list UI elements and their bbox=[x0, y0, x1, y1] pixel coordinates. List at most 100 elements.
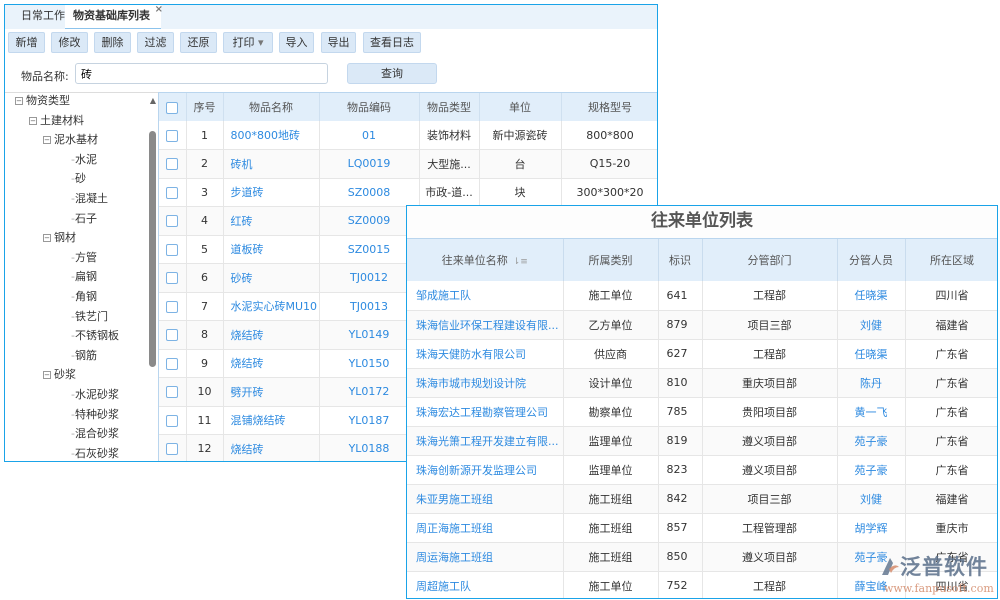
row-checkbox[interactable] bbox=[159, 292, 186, 321]
row-checkbox[interactable] bbox=[159, 435, 186, 463]
view-log-button[interactable]: 查看日志 bbox=[363, 32, 421, 53]
partner-name[interactable]: 周超施工队 bbox=[407, 571, 563, 599]
collapse-icon[interactable]: − bbox=[15, 97, 23, 105]
collapse-icon[interactable]: − bbox=[43, 136, 51, 144]
item-name[interactable]: 800*800地砖 bbox=[223, 121, 319, 150]
row-checkbox[interactable] bbox=[159, 378, 186, 407]
collapse-icon[interactable]: − bbox=[43, 234, 51, 242]
column-header[interactable]: 标识 bbox=[658, 239, 702, 281]
row-checkbox[interactable] bbox=[159, 235, 186, 264]
collapse-icon[interactable]: − bbox=[43, 371, 51, 379]
column-header[interactable]: 所属类别 bbox=[563, 239, 658, 281]
column-header[interactable]: 分管部门 bbox=[702, 239, 837, 281]
column-header[interactable]: 所在区域 bbox=[905, 239, 998, 281]
manager[interactable]: 刘健 bbox=[837, 484, 905, 513]
tree-node[interactable]: -特种砂浆 bbox=[71, 406, 119, 424]
row-checkbox[interactable] bbox=[159, 178, 186, 207]
partner-name[interactable]: 珠海市城市规划设计院 bbox=[407, 368, 563, 397]
manager[interactable]: 苑子豪 bbox=[837, 455, 905, 484]
tree-node[interactable]: −钢材 bbox=[43, 229, 76, 247]
row-checkbox[interactable] bbox=[159, 321, 186, 350]
item-name[interactable]: 道板砖 bbox=[223, 235, 319, 264]
item-name[interactable]: 烧结砖 bbox=[223, 321, 319, 350]
table-row[interactable]: 1800*800地砖01装饰材料新中源瓷砖800*800 bbox=[159, 121, 658, 150]
column-header[interactable]: 分管人员 bbox=[837, 239, 905, 281]
tree-node[interactable]: −物资类型 bbox=[15, 92, 70, 110]
row-checkbox[interactable] bbox=[159, 121, 186, 150]
tree-node[interactable]: -砂 bbox=[71, 170, 86, 188]
close-icon[interactable]: × bbox=[155, 4, 163, 21]
item-name[interactable]: 烧结砖 bbox=[223, 435, 319, 463]
tree-node[interactable]: -水泥砂浆 bbox=[71, 386, 119, 404]
tree-node[interactable]: -混凝土 bbox=[71, 190, 108, 208]
partner-name[interactable]: 珠海创新源开发监理公司 bbox=[407, 455, 563, 484]
manager[interactable]: 黄一飞 bbox=[837, 397, 905, 426]
scroll-up-icon[interactable]: ▲ bbox=[150, 96, 156, 105]
tree-scrollbar[interactable] bbox=[149, 131, 156, 367]
table-row[interactable]: 朱亚男施工班组施工班组842项目三部刘健福建省 bbox=[407, 484, 998, 513]
tree-node[interactable]: -方管 bbox=[71, 249, 97, 267]
tree-node[interactable]: −泥水基材 bbox=[43, 131, 98, 149]
item-name[interactable]: 水泥实心砖MU10 bbox=[223, 292, 319, 321]
table-row[interactable]: 珠海宏达工程勘察管理公司勘察单位785贵阳项目部黄一飞广东省 bbox=[407, 397, 998, 426]
item-name[interactable]: 红砖 bbox=[223, 207, 319, 236]
tree-node[interactable]: -混合砂浆 bbox=[71, 425, 119, 443]
partner-name[interactable]: 珠海信业环保工程建设有限... bbox=[407, 310, 563, 339]
partner-name[interactable]: 邹成施工队 bbox=[407, 281, 563, 310]
row-checkbox[interactable] bbox=[159, 349, 186, 378]
tree-node[interactable]: −砂浆 bbox=[43, 366, 76, 384]
tree-node[interactable]: -扁钢 bbox=[71, 268, 97, 286]
column-header[interactable]: 序号 bbox=[186, 93, 223, 121]
partner-name[interactable]: 珠海光箫工程开发建立有限... bbox=[407, 426, 563, 455]
export-button[interactable]: 导出 bbox=[321, 32, 356, 53]
tree-node[interactable]: -水泥 bbox=[71, 151, 97, 169]
column-header[interactable]: 往来单位名称⇂≡ bbox=[407, 239, 563, 281]
row-checkbox[interactable] bbox=[159, 264, 186, 293]
manager[interactable]: 胡学辉 bbox=[837, 513, 905, 542]
table-row[interactable]: 周正海施工班组施工班组857工程管理部胡学辉重庆市 bbox=[407, 513, 998, 542]
partner-name[interactable]: 珠海宏达工程勘察管理公司 bbox=[407, 397, 563, 426]
add-button[interactable]: 新增 bbox=[8, 32, 45, 53]
column-header[interactable]: 物品名称 bbox=[223, 93, 319, 121]
table-row[interactable]: 珠海创新源开发监理公司监理单位823遵义项目部苑子豪广东省 bbox=[407, 455, 998, 484]
item-name-input[interactable] bbox=[75, 63, 328, 84]
tab-materials-list[interactable]: 物资基础库列表× bbox=[65, 5, 161, 29]
column-header[interactable]: 物品编码 bbox=[319, 93, 419, 121]
tree-node[interactable]: -石子 bbox=[71, 210, 97, 228]
tab-daily-work[interactable]: 日常工作 bbox=[13, 5, 73, 29]
filter-button[interactable]: 过滤 bbox=[137, 32, 174, 53]
manager[interactable]: 刘健 bbox=[837, 310, 905, 339]
tree-node[interactable]: -角钢 bbox=[71, 288, 97, 306]
partner-name[interactable]: 朱亚男施工班组 bbox=[407, 484, 563, 513]
column-header[interactable]: 规格型号 bbox=[561, 93, 658, 121]
partner-name[interactable]: 周正海施工班组 bbox=[407, 513, 563, 542]
table-row[interactable]: 2砖机LQ0019大型施...台Q15-20 bbox=[159, 150, 658, 179]
restore-button[interactable]: 还原 bbox=[180, 32, 217, 53]
tree-node[interactable]: -钢筋 bbox=[71, 347, 97, 365]
item-name[interactable]: 砖机 bbox=[223, 150, 319, 179]
tree-node[interactable]: -铁艺门 bbox=[71, 308, 108, 326]
table-row[interactable]: 3步道砖SZ0008市政-道...块300*300*20 bbox=[159, 178, 658, 207]
import-button[interactable]: 导入 bbox=[279, 32, 314, 53]
column-header[interactable]: 物品类型 bbox=[419, 93, 479, 121]
delete-button[interactable]: 删除 bbox=[94, 32, 131, 53]
partner-name[interactable]: 周运海施工班组 bbox=[407, 542, 563, 571]
table-row[interactable]: 珠海信业环保工程建设有限...乙方单位879项目三部刘健福建省 bbox=[407, 310, 998, 339]
item-name[interactable]: 劈开砖 bbox=[223, 378, 319, 407]
table-row[interactable]: 珠海光箫工程开发建立有限...监理单位819遵义项目部苑子豪广东省 bbox=[407, 426, 998, 455]
select-all-checkbox[interactable] bbox=[159, 93, 186, 121]
edit-button[interactable]: 修改 bbox=[51, 32, 88, 53]
tree-node[interactable]: -不锈钢板 bbox=[71, 327, 119, 345]
partner-name[interactable]: 珠海天健防水有限公司 bbox=[407, 339, 563, 368]
tree-node[interactable]: −土建材料 bbox=[29, 112, 84, 130]
table-row[interactable]: 珠海市城市规划设计院设计单位810重庆项目部陈丹广东省 bbox=[407, 368, 998, 397]
tree-node[interactable]: -石灰砂浆 bbox=[71, 445, 119, 462]
print-button[interactable]: 打印 ▾ bbox=[223, 32, 273, 53]
row-checkbox[interactable] bbox=[159, 207, 186, 236]
manager[interactable]: 陈丹 bbox=[837, 368, 905, 397]
manager[interactable]: 苑子豪 bbox=[837, 426, 905, 455]
query-button[interactable]: 查询 bbox=[347, 63, 437, 84]
item-name[interactable]: 步道砖 bbox=[223, 178, 319, 207]
item-name[interactable]: 烧结砖 bbox=[223, 349, 319, 378]
manager[interactable]: 任晓渠 bbox=[837, 339, 905, 368]
